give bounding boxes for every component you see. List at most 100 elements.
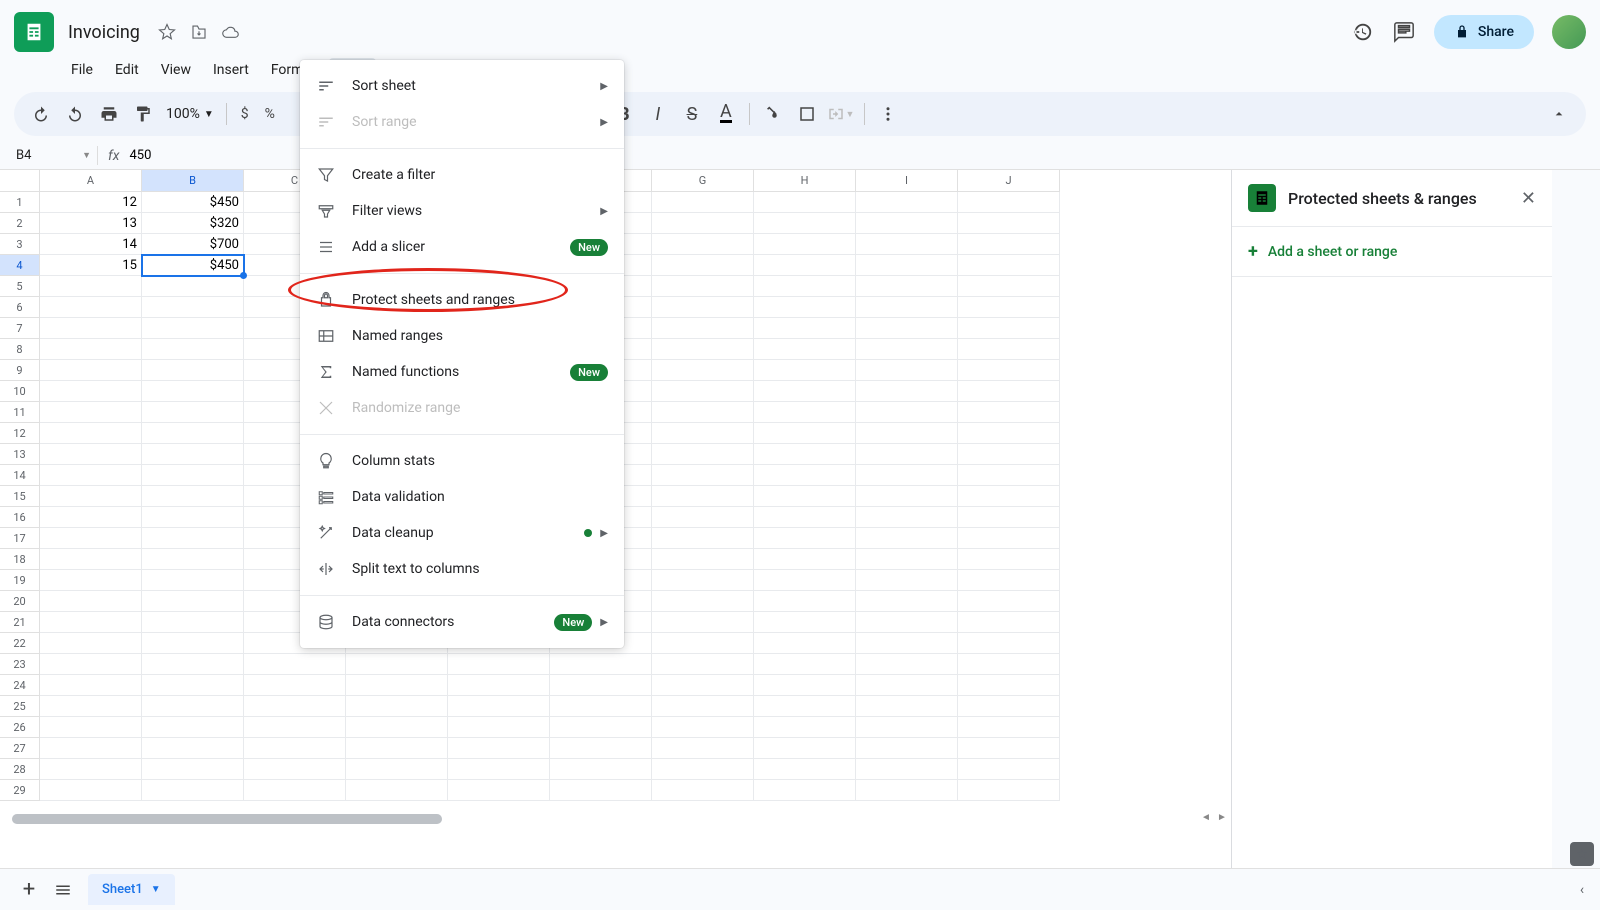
cell[interactable]	[652, 780, 754, 801]
cell[interactable]	[142, 465, 244, 486]
row-header[interactable]: 10	[0, 381, 40, 402]
cell[interactable]	[652, 528, 754, 549]
cell[interactable]	[958, 381, 1060, 402]
cell[interactable]	[448, 654, 550, 675]
cell[interactable]	[142, 360, 244, 381]
cell[interactable]	[958, 360, 1060, 381]
cell[interactable]: $700	[142, 234, 244, 255]
cell[interactable]	[346, 696, 448, 717]
all-sheets-button[interactable]	[46, 873, 80, 907]
menu-protect-sheets[interactable]: Protect sheets and ranges	[300, 282, 624, 318]
cell[interactable]	[754, 402, 856, 423]
cell[interactable]	[958, 402, 1060, 423]
menu-edit[interactable]: Edit	[106, 58, 148, 82]
col-header-G[interactable]: G	[652, 170, 754, 192]
cell[interactable]	[652, 738, 754, 759]
cell[interactable]	[142, 570, 244, 591]
cell[interactable]	[652, 654, 754, 675]
cell[interactable]	[448, 780, 550, 801]
cell[interactable]	[142, 486, 244, 507]
cell[interactable]	[652, 717, 754, 738]
cell[interactable]	[652, 591, 754, 612]
cell[interactable]	[754, 234, 856, 255]
cell[interactable]	[142, 318, 244, 339]
cell[interactable]	[550, 696, 652, 717]
cell[interactable]	[754, 675, 856, 696]
cell[interactable]	[958, 444, 1060, 465]
cell[interactable]	[244, 654, 346, 675]
cell[interactable]	[40, 633, 142, 654]
cell[interactable]	[346, 738, 448, 759]
row-header[interactable]: 2	[0, 213, 40, 234]
cell[interactable]	[142, 738, 244, 759]
add-sheet-or-range-button[interactable]: + Add a sheet or range	[1232, 227, 1552, 277]
cell[interactable]	[142, 381, 244, 402]
cell[interactable]	[856, 570, 958, 591]
cell[interactable]	[346, 717, 448, 738]
cell[interactable]	[754, 759, 856, 780]
cell[interactable]	[856, 360, 958, 381]
cell[interactable]: 14	[40, 234, 142, 255]
cell[interactable]	[40, 360, 142, 381]
cell[interactable]	[958, 339, 1060, 360]
move-icon[interactable]	[190, 23, 208, 41]
cell[interactable]	[652, 570, 754, 591]
sheet-nav-arrows[interactable]: ◄►	[1199, 810, 1229, 824]
cell[interactable]	[652, 612, 754, 633]
cell[interactable]	[448, 717, 550, 738]
row-header[interactable]: 14	[0, 465, 40, 486]
menu-add-slicer[interactable]: Add a slicerNew	[300, 229, 624, 265]
cell[interactable]	[40, 381, 142, 402]
cell[interactable]	[244, 717, 346, 738]
more-toolbar-icon[interactable]	[873, 99, 903, 129]
cell[interactable]	[40, 759, 142, 780]
sheets-app-icon[interactable]	[14, 12, 54, 52]
menu-insert[interactable]: Insert	[204, 58, 258, 82]
cell[interactable]	[40, 591, 142, 612]
cell[interactable]	[856, 276, 958, 297]
col-header-H[interactable]: H	[754, 170, 856, 192]
cell[interactable]	[856, 339, 958, 360]
cell[interactable]	[856, 717, 958, 738]
cell[interactable]	[958, 549, 1060, 570]
cell[interactable]	[40, 738, 142, 759]
cell[interactable]	[550, 738, 652, 759]
cell[interactable]	[142, 717, 244, 738]
cell[interactable]	[40, 486, 142, 507]
cell[interactable]	[652, 381, 754, 402]
cell[interactable]	[754, 696, 856, 717]
cell[interactable]	[652, 318, 754, 339]
col-header-J[interactable]: J	[958, 170, 1060, 192]
cell[interactable]	[754, 780, 856, 801]
cell[interactable]	[346, 780, 448, 801]
cell[interactable]	[550, 717, 652, 738]
cell[interactable]	[40, 318, 142, 339]
cell[interactable]	[40, 654, 142, 675]
cell[interactable]	[550, 759, 652, 780]
cell[interactable]	[856, 423, 958, 444]
cell[interactable]	[550, 654, 652, 675]
cell[interactable]	[142, 759, 244, 780]
cell[interactable]	[652, 465, 754, 486]
cell[interactable]	[244, 696, 346, 717]
cell[interactable]	[958, 465, 1060, 486]
merge-button[interactable]: ▼	[826, 99, 856, 129]
cell[interactable]	[856, 633, 958, 654]
cell[interactable]	[652, 549, 754, 570]
cell[interactable]	[652, 297, 754, 318]
cell[interactable]	[244, 759, 346, 780]
cell[interactable]	[652, 444, 754, 465]
cell[interactable]	[856, 192, 958, 213]
cell[interactable]	[142, 633, 244, 654]
cell[interactable]	[142, 654, 244, 675]
cell[interactable]	[958, 570, 1060, 591]
cell[interactable]	[652, 402, 754, 423]
cell[interactable]	[958, 276, 1060, 297]
cell[interactable]	[754, 654, 856, 675]
row-header[interactable]: 16	[0, 507, 40, 528]
cell[interactable]	[754, 444, 856, 465]
row-header[interactable]: 24	[0, 675, 40, 696]
cell[interactable]	[40, 444, 142, 465]
cell[interactable]	[652, 486, 754, 507]
cell[interactable]	[856, 738, 958, 759]
